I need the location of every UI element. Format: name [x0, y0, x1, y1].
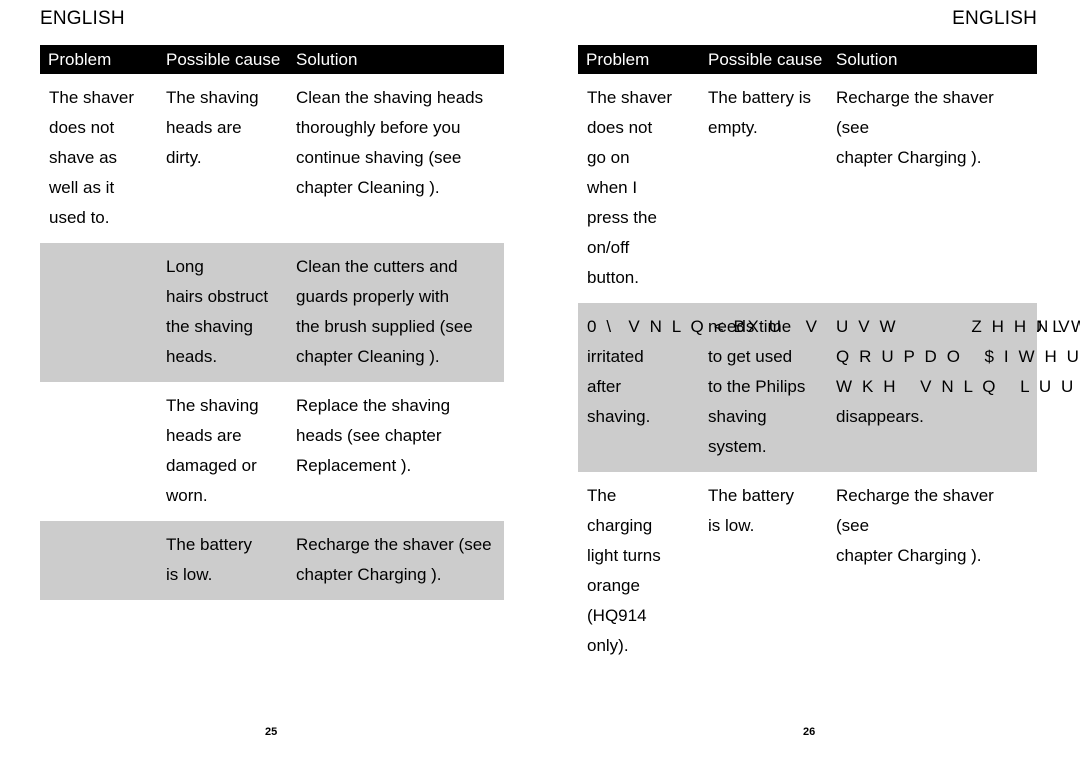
column-header-possible-cause: Possible cause: [700, 45, 828, 74]
table-row: Long hairs obstruct the shaving heads. C…: [40, 243, 504, 382]
troubleshooting-table-left: Problem Possible cause Solution The shav…: [40, 45, 504, 600]
table-header-row: Problem Possible cause Solution: [40, 45, 504, 74]
cell-possible-cause: The battery is low.: [158, 521, 288, 600]
cell-solution: Recharge the shaver (see chapter Chargin…: [288, 521, 504, 600]
cause-text: The battery is low.: [708, 486, 794, 535]
solution-text: Recharge the shaver (see chapter Chargin…: [836, 486, 994, 565]
troubleshooting-table-right: Problem Possible cause Solution The shav…: [578, 45, 1080, 671]
column-header-problem: Problem: [578, 45, 700, 74]
problem-text: The shaver does not go on when I press t…: [587, 88, 673, 287]
page-number-left: 25: [265, 726, 278, 738]
table-row: The shaver does not go on when I press t…: [578, 74, 1037, 303]
page-number-right: 26: [803, 726, 816, 738]
cell-problem: 0 \ V N L Q < BX U V N L 6 Q N L Q L U U…: [578, 303, 1080, 472]
cell-problem: [40, 521, 158, 600]
cause-text: needs time to get used to the Philips sh…: [708, 317, 806, 456]
column-header-possible-cause: Possible cause: [158, 45, 288, 74]
table-row: The charging light turns orange (HQ914 o…: [578, 472, 1037, 671]
cell-solution: Clean the shaving heads thoroughly befor…: [288, 74, 504, 243]
cell-solution: Clean the cutters and guards properly wi…: [288, 243, 504, 382]
solution-text: disappears.: [836, 407, 924, 426]
column-header-problem: Problem: [40, 45, 158, 74]
cause-text: The battery is empty.: [708, 88, 811, 137]
cell-possible-cause: The battery is low.: [700, 472, 828, 671]
cell-problem: The shaver does not go on when I press t…: [578, 74, 700, 303]
column-header-solution: Solution: [828, 45, 1037, 74]
column-header-solution: Solution: [288, 45, 504, 74]
solution-text: Recharge the shaver (see chapter Chargin…: [836, 88, 994, 167]
cell-solution: Recharge the shaver (see chapter Chargin…: [828, 74, 1037, 303]
cause-text: The battery is low.: [166, 535, 252, 584]
cell-problem: [40, 382, 158, 521]
cause-text: The shaving heads are dirty.: [166, 88, 259, 167]
solution-text: Clean the shaving heads thoroughly befor…: [296, 88, 484, 197]
cell-problem: The charging light turns orange (HQ914 o…: [578, 472, 700, 671]
solution-text: Clean the cutters and guards properly wi…: [296, 257, 473, 366]
problem-text: The charging light turns orange (HQ914 o…: [587, 486, 661, 655]
table-header-row: Problem Possible cause Solution: [578, 45, 1037, 74]
running-head-left: ENGLISH: [40, 8, 125, 29]
cell-problem: The shaver does not shave as well as it …: [40, 74, 158, 243]
running-head-right: ENGLISH: [952, 8, 1037, 29]
cell-solution: Recharge the shaver (see chapter Chargin…: [828, 472, 1037, 671]
problem-text: The shaver does not shave as well as it …: [49, 88, 135, 227]
page-25: ENGLISH Problem Possible cause Solution …: [0, 0, 540, 759]
table-row: The battery is low. Recharge the shaver …: [40, 521, 504, 600]
table-row: The shaver does not shave as well as it …: [40, 74, 504, 243]
table-row-corrupted-encoding: 0 \ V N L Q < BX U V N L 6 Q N L Q L U U…: [578, 303, 1080, 472]
problem-text: irritated after shaving.: [587, 347, 651, 426]
table-row: The shaving heads are damaged or worn. R…: [40, 382, 504, 521]
cause-text: The shaving heads are damaged or worn.: [166, 396, 259, 505]
cell-problem: [40, 243, 158, 382]
cause-text: Long hairs obstruct the shaving heads.: [166, 257, 269, 366]
page-26: ENGLISH Problem Possible cause Solution …: [540, 0, 1080, 759]
solution-text: Recharge the shaver (see chapter Chargin…: [296, 535, 492, 584]
cell-solution: Replace the shaving heads (see chapter R…: [288, 382, 504, 521]
cell-solution: U V W Z H H N V F Q R U P D O $ I W H U …: [828, 303, 1079, 472]
cell-possible-cause: Long hairs obstruct the shaving heads.: [158, 243, 288, 382]
solution-text: Replace the shaving heads (see chapter R…: [296, 396, 451, 475]
page-spread: ENGLISH Problem Possible cause Solution …: [0, 0, 1080, 759]
cell-possible-cause: The shaving heads are damaged or worn.: [158, 382, 288, 521]
cell-possible-cause: The battery is empty.: [700, 74, 828, 303]
cell-possible-cause: The shaving heads are dirty.: [158, 74, 288, 243]
